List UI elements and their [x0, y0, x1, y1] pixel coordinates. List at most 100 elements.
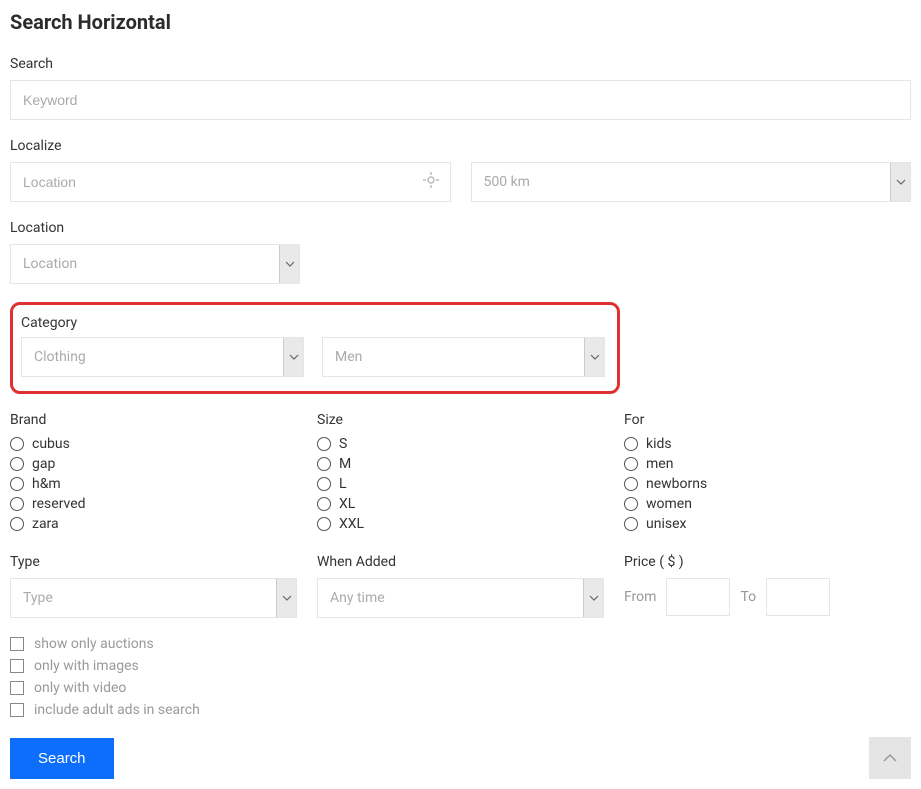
brand-group: Brand cubus gap h&m reserved zara: [10, 412, 297, 536]
category-label: Category: [21, 315, 605, 331]
chevron-down-icon: [279, 245, 299, 283]
radio-size-m[interactable]: M: [317, 456, 604, 472]
chevron-down-icon: [283, 338, 303, 376]
chevron-down-icon: [583, 579, 603, 617]
radio-for-women[interactable]: women: [624, 496, 911, 512]
extra-filters: show only auctions only with images only…: [10, 636, 911, 718]
radio-icon: [317, 517, 331, 531]
price-from-input[interactable]: [666, 578, 730, 616]
chevron-down-icon: [584, 338, 604, 376]
search-group: Search: [10, 56, 911, 120]
radio-brand-gap[interactable]: gap: [10, 456, 297, 472]
radio-size-xl[interactable]: XL: [317, 496, 604, 512]
check-label: only with images: [34, 658, 139, 674]
scroll-top-button[interactable]: [869, 737, 911, 779]
search-label: Search: [10, 56, 911, 72]
category-main-select[interactable]: Clothing: [21, 337, 304, 377]
radio-icon: [624, 437, 638, 451]
radio-size-s[interactable]: S: [317, 436, 604, 452]
size-group: Size S M L XL XXL: [317, 412, 604, 536]
localize-location-input[interactable]: [10, 162, 451, 202]
localize-group: Localize 500 km: [10, 138, 911, 202]
check-adult[interactable]: include adult ads in search: [10, 702, 911, 718]
check-images[interactable]: only with images: [10, 658, 911, 674]
radio-icon: [10, 437, 24, 451]
for-options: kids men newborns women unisex: [624, 436, 911, 532]
price-group: Price ( $ ) From To: [624, 554, 911, 618]
chevron-up-icon: [882, 750, 898, 766]
crosshair-icon[interactable]: [423, 172, 439, 192]
check-video[interactable]: only with video: [10, 680, 911, 696]
radio-label: newborns: [646, 476, 707, 492]
size-options: S M L XL XXL: [317, 436, 604, 532]
for-group: For kids men newborns women unisex: [624, 412, 911, 536]
radio-label: M: [339, 456, 351, 472]
when-added-group: When Added Any time: [317, 554, 604, 618]
type-group: Type Type: [10, 554, 297, 618]
price-to-input[interactable]: [766, 578, 830, 616]
radio-label: cubus: [32, 436, 70, 452]
radio-label: XXL: [339, 516, 364, 532]
type-label: Type: [10, 554, 297, 570]
radio-icon: [317, 457, 331, 471]
radio-label: gap: [32, 456, 55, 472]
chevron-down-icon: [890, 163, 910, 201]
search-input[interactable]: [10, 80, 911, 120]
brand-options: cubus gap h&m reserved zara: [10, 436, 297, 532]
radio-label: zara: [32, 516, 59, 532]
radio-icon: [317, 437, 331, 451]
location-value: Location: [11, 245, 279, 283]
radio-icon: [10, 497, 24, 511]
radio-size-xxl[interactable]: XXL: [317, 516, 604, 532]
radio-label: reserved: [32, 496, 86, 512]
radio-for-unisex[interactable]: unisex: [624, 516, 911, 532]
radio-brand-cubus[interactable]: cubus: [10, 436, 297, 452]
distance-select[interactable]: 500 km: [471, 162, 912, 202]
category-highlight: Category Clothing Men: [10, 302, 620, 394]
radio-brand-hm[interactable]: h&m: [10, 476, 297, 492]
size-label: Size: [317, 412, 604, 428]
radio-size-l[interactable]: L: [317, 476, 604, 492]
radio-icon: [317, 497, 331, 511]
radio-for-kids[interactable]: kids: [624, 436, 911, 452]
check-label: include adult ads in search: [34, 702, 200, 718]
check-label: only with video: [34, 680, 126, 696]
radio-icon: [624, 477, 638, 491]
when-added-label: When Added: [317, 554, 604, 570]
radio-icon: [624, 457, 638, 471]
when-added-value: Any time: [318, 579, 583, 617]
location-label: Location: [10, 220, 911, 236]
radio-label: men: [646, 456, 673, 472]
radio-icon: [624, 517, 638, 531]
check-auctions[interactable]: show only auctions: [10, 636, 911, 652]
radio-for-men[interactable]: men: [624, 456, 911, 472]
radio-brand-zara[interactable]: zara: [10, 516, 297, 532]
price-to-label: To: [740, 589, 756, 605]
distance-value: 500 km: [472, 163, 891, 201]
radio-icon: [624, 497, 638, 511]
radio-label: kids: [646, 436, 672, 452]
radio-icon: [317, 477, 331, 491]
for-label: For: [624, 412, 911, 428]
when-added-select[interactable]: Any time: [317, 578, 604, 618]
checkbox-icon: [10, 659, 24, 673]
radio-label: unisex: [646, 516, 686, 532]
localize-label: Localize: [10, 138, 911, 154]
radio-icon: [10, 517, 24, 531]
radio-icon: [10, 457, 24, 471]
radio-label: women: [646, 496, 692, 512]
category-main-value: Clothing: [22, 338, 283, 376]
price-label: Price ( $ ): [624, 554, 911, 570]
radio-icon: [10, 477, 24, 491]
chevron-down-icon: [276, 579, 296, 617]
type-select[interactable]: Type: [10, 578, 297, 618]
radio-for-newborns[interactable]: newborns: [624, 476, 911, 492]
price-from-label: From: [624, 589, 656, 605]
location-select[interactable]: Location: [10, 244, 300, 284]
search-button[interactable]: Search: [10, 738, 114, 779]
radio-label: S: [339, 436, 347, 452]
radio-brand-reserved[interactable]: reserved: [10, 496, 297, 512]
type-value: Type: [11, 579, 276, 617]
radio-label: h&m: [32, 476, 61, 492]
category-sub-select[interactable]: Men: [322, 337, 605, 377]
